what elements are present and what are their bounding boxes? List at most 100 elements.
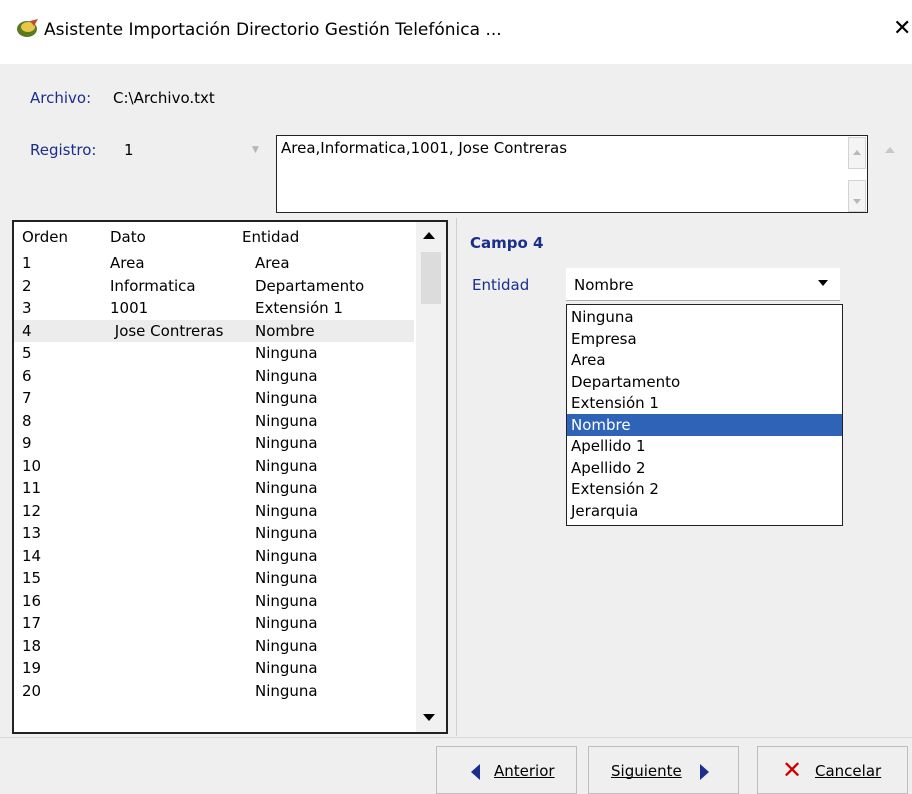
record-scroll-up-button[interactable]	[848, 137, 866, 169]
entidad-label: Entidad	[472, 276, 530, 294]
cell-orden: 16	[22, 591, 42, 610]
table-row[interactable]: 2 Informatica Departamento	[14, 275, 414, 297]
table-row[interactable]: 20 Ninguna	[14, 680, 414, 702]
cell-entidad: Area	[255, 254, 290, 272]
cell-orden: 19	[22, 659, 42, 677]
table-row[interactable]: 9 Ninguna	[14, 432, 414, 454]
dropdown-option[interactable]: Departamento	[567, 371, 842, 393]
cell-orden: 15	[22, 569, 42, 587]
table-row[interactable]: 15 Ninguna	[14, 567, 414, 589]
entidad-select[interactable]: Nombre	[566, 268, 840, 301]
dropdown-option[interactable]: Extensión 1	[567, 392, 842, 414]
cell-entidad: Ninguna	[255, 546, 318, 565]
cell-orden: 3	[22, 299, 32, 317]
cell-entidad: Ninguna	[255, 501, 318, 520]
table-scrollbar[interactable]	[416, 222, 446, 732]
entidad-select-value: Nombre	[574, 276, 634, 294]
cell-entidad: Ninguna	[255, 636, 318, 655]
cell-orden: 13	[22, 524, 42, 542]
dropdown-option[interactable]: Nombre	[567, 413, 842, 436]
cell-entidad: Extensión 1	[255, 299, 343, 317]
table-row[interactable]: 13 Ninguna	[14, 522, 414, 544]
arrow-left-icon	[471, 764, 480, 780]
entidad-dropdown-list[interactable]: Ninguna Empresa Area Departamento Extensión …	[566, 304, 843, 526]
table-row[interactable]: 11 Ninguna	[14, 477, 414, 499]
wizard-app-icon	[17, 19, 38, 37]
table-row[interactable]: 18 Ninguna	[14, 635, 414, 657]
dropdown-option[interactable]: Empresa	[567, 328, 842, 350]
table-row[interactable]: 19 Ninguna	[14, 657, 414, 679]
cell-entidad: Ninguna	[255, 479, 318, 497]
column-header-orden[interactable]: Orden	[22, 228, 68, 246]
cell-orden: 1	[22, 254, 32, 272]
cell-orden: 17	[22, 614, 42, 632]
table-row[interactable]: 12 Ninguna	[14, 500, 414, 522]
column-header-entidad[interactable]: Entidad	[242, 228, 299, 246]
cell-entidad: Ninguna	[255, 614, 318, 632]
dropdown-option[interactable]: Extensión 2	[567, 478, 842, 500]
cell-dato: 1001	[110, 299, 149, 317]
cell-orden: 9	[22, 434, 32, 452]
panel-divider	[456, 218, 457, 736]
dropdown-option[interactable]: Ninguna	[567, 306, 842, 328]
siguiente-label: Siguiente	[611, 762, 682, 780]
dropdown-option[interactable]: Area	[567, 349, 842, 371]
table-row[interactable]: 6 Ninguna	[14, 365, 414, 387]
bottom-separator	[0, 737, 912, 738]
column-header-dato[interactable]: Dato	[110, 228, 146, 246]
table-row[interactable]: 5 Ninguna	[14, 342, 414, 364]
cell-entidad: Ninguna	[255, 569, 318, 587]
cell-dato: Area	[110, 254, 145, 272]
title-bar: Asistente Importación Directorio Gestión…	[0, 0, 912, 64]
table-row[interactable]: 4 Jose Contreras Nombre	[14, 319, 414, 342]
registro-value[interactable]: 1	[124, 141, 134, 159]
cell-entidad: Ninguna	[255, 591, 318, 610]
table-row[interactable]: 17 Ninguna	[14, 612, 414, 634]
record-preview-box[interactable]: Area,Informatica,1001, Jose Contreras	[276, 135, 868, 213]
cell-orden: 12	[22, 501, 42, 520]
close-icon[interactable]: ✕	[893, 18, 911, 40]
table-row[interactable]: 14 Ninguna	[14, 545, 414, 567]
cancel-x-icon: ✕	[782, 756, 803, 784]
cell-entidad: Ninguna	[255, 344, 318, 362]
siguiente-button[interactable]: Siguiente	[588, 746, 739, 794]
archivo-label: Archivo:	[30, 89, 92, 107]
table-row[interactable]: 7 Ninguna	[14, 387, 414, 409]
cell-orden: 4	[22, 321, 32, 340]
anterior-button[interactable]: Anterior	[436, 746, 577, 794]
record-text: Area,Informatica,1001, Jose Contreras	[281, 139, 568, 157]
cell-orden: 18	[22, 636, 42, 655]
cancelar-label: Cancelar	[815, 762, 882, 780]
registro-spin-icon[interactable]: ▼	[252, 145, 259, 155]
dropdown-option[interactable]: Apellido 2	[567, 457, 842, 479]
cell-dato: Jose Contreras	[110, 321, 224, 340]
table-row[interactable]: 3 1001 Extensión 1	[14, 297, 414, 319]
cell-orden: 2	[22, 276, 32, 295]
cell-orden: 10	[22, 456, 42, 475]
window-title: Asistente Importación Directorio Gestión…	[44, 20, 502, 40]
cell-orden: 11	[22, 479, 42, 497]
arrow-up-icon[interactable]	[885, 147, 895, 153]
cancelar-button[interactable]: ✕ Cancelar	[757, 746, 908, 794]
record-scroll-down-button[interactable]	[848, 180, 866, 212]
cell-entidad: Ninguna	[255, 366, 318, 385]
cell-entidad: Departamento	[255, 276, 365, 295]
fields-table[interactable]: Orden Dato Entidad 1 Area Area 2 Informatica…	[12, 220, 448, 734]
anterior-label: Anterior	[494, 762, 555, 780]
chevron-down-icon[interactable]	[818, 280, 828, 286]
registro-label: Registro:	[30, 141, 97, 159]
table-row[interactable]: 8 Ninguna	[14, 410, 414, 432]
dropdown-option[interactable]: Jerarquia	[567, 500, 842, 522]
dropdown-option[interactable]: Apellido 1	[567, 435, 842, 457]
scroll-down-icon[interactable]	[423, 714, 435, 721]
cell-entidad: Ninguna	[255, 659, 318, 677]
cell-orden: 6	[22, 366, 32, 385]
scroll-thumb[interactable]	[421, 252, 441, 304]
table-row[interactable]: 1 Area Area	[14, 252, 414, 274]
campo-title: Campo 4	[470, 234, 544, 252]
scroll-up-icon[interactable]	[423, 232, 435, 239]
cell-entidad: Ninguna	[255, 524, 318, 542]
table-row[interactable]: 16 Ninguna	[14, 590, 414, 612]
table-row[interactable]: 10 Ninguna	[14, 455, 414, 477]
cell-orden: 20	[22, 681, 42, 700]
